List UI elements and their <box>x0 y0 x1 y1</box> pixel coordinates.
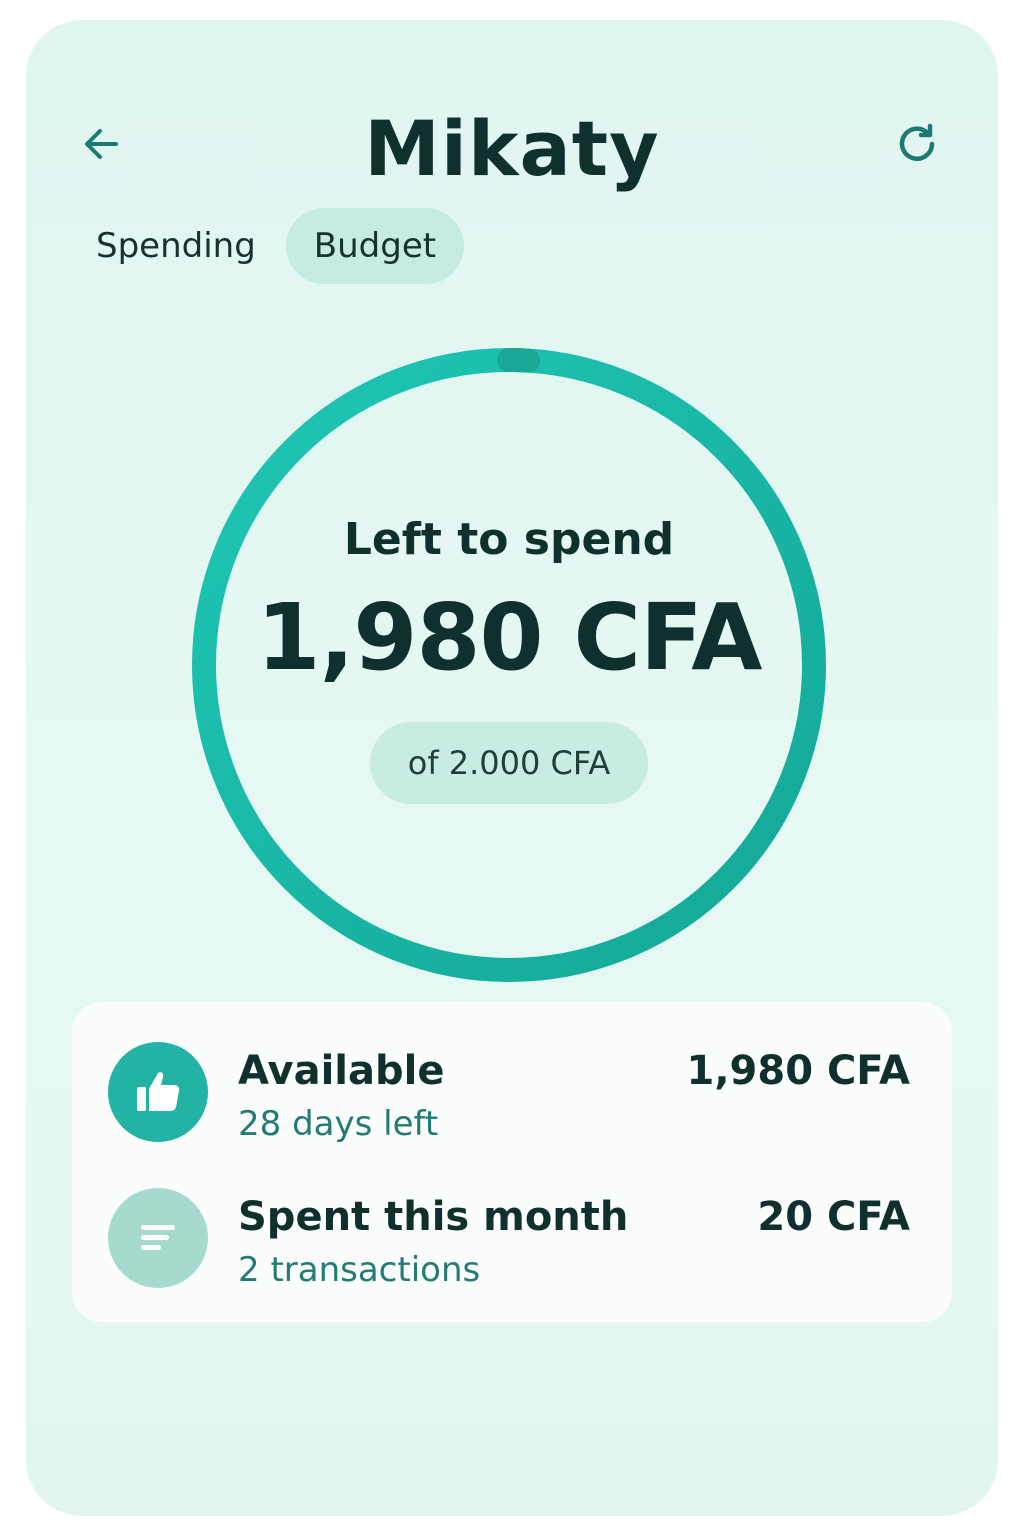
summary-card: Available 28 days left 1,980 CFA Spent t… <box>72 1002 952 1322</box>
app-screen: Mikaty Spending Budget Left to spend 1,9… <box>26 20 998 1516</box>
budget-ring: Left to spend 1,980 CFA of 2.000 CFA <box>192 348 826 982</box>
spent-title: Spent this month <box>238 1194 629 1240</box>
view-tabs: Spending Budget <box>84 208 465 284</box>
available-row[interactable]: Available 28 days left 1,980 CFA <box>72 1036 952 1146</box>
spent-amount: 20 CFA <box>757 1194 910 1240</box>
thumbs-up-icon <box>108 1042 208 1142</box>
list-lines-icon <box>108 1188 208 1288</box>
tab-budget[interactable]: Budget <box>285 208 465 284</box>
budget-total-pill: of 2.000 CFA <box>370 722 648 804</box>
days-left-text: 28 days left <box>238 1104 439 1144</box>
transactions-count-text: 2 transactions <box>238 1250 481 1290</box>
left-to-spend-amount: 1,980 CFA <box>256 584 762 691</box>
spent-row[interactable]: Spent this month 2 transactions 20 CFA <box>72 1182 952 1292</box>
app-title: Mikaty <box>364 104 660 193</box>
available-title: Available <box>238 1048 445 1094</box>
left-to-spend-label: Left to spend <box>343 514 675 565</box>
available-amount: 1,980 CFA <box>686 1048 911 1094</box>
refresh-icon <box>899 123 935 161</box>
refresh-button[interactable] <box>892 118 944 170</box>
tab-spending[interactable]: Spending <box>84 210 268 282</box>
